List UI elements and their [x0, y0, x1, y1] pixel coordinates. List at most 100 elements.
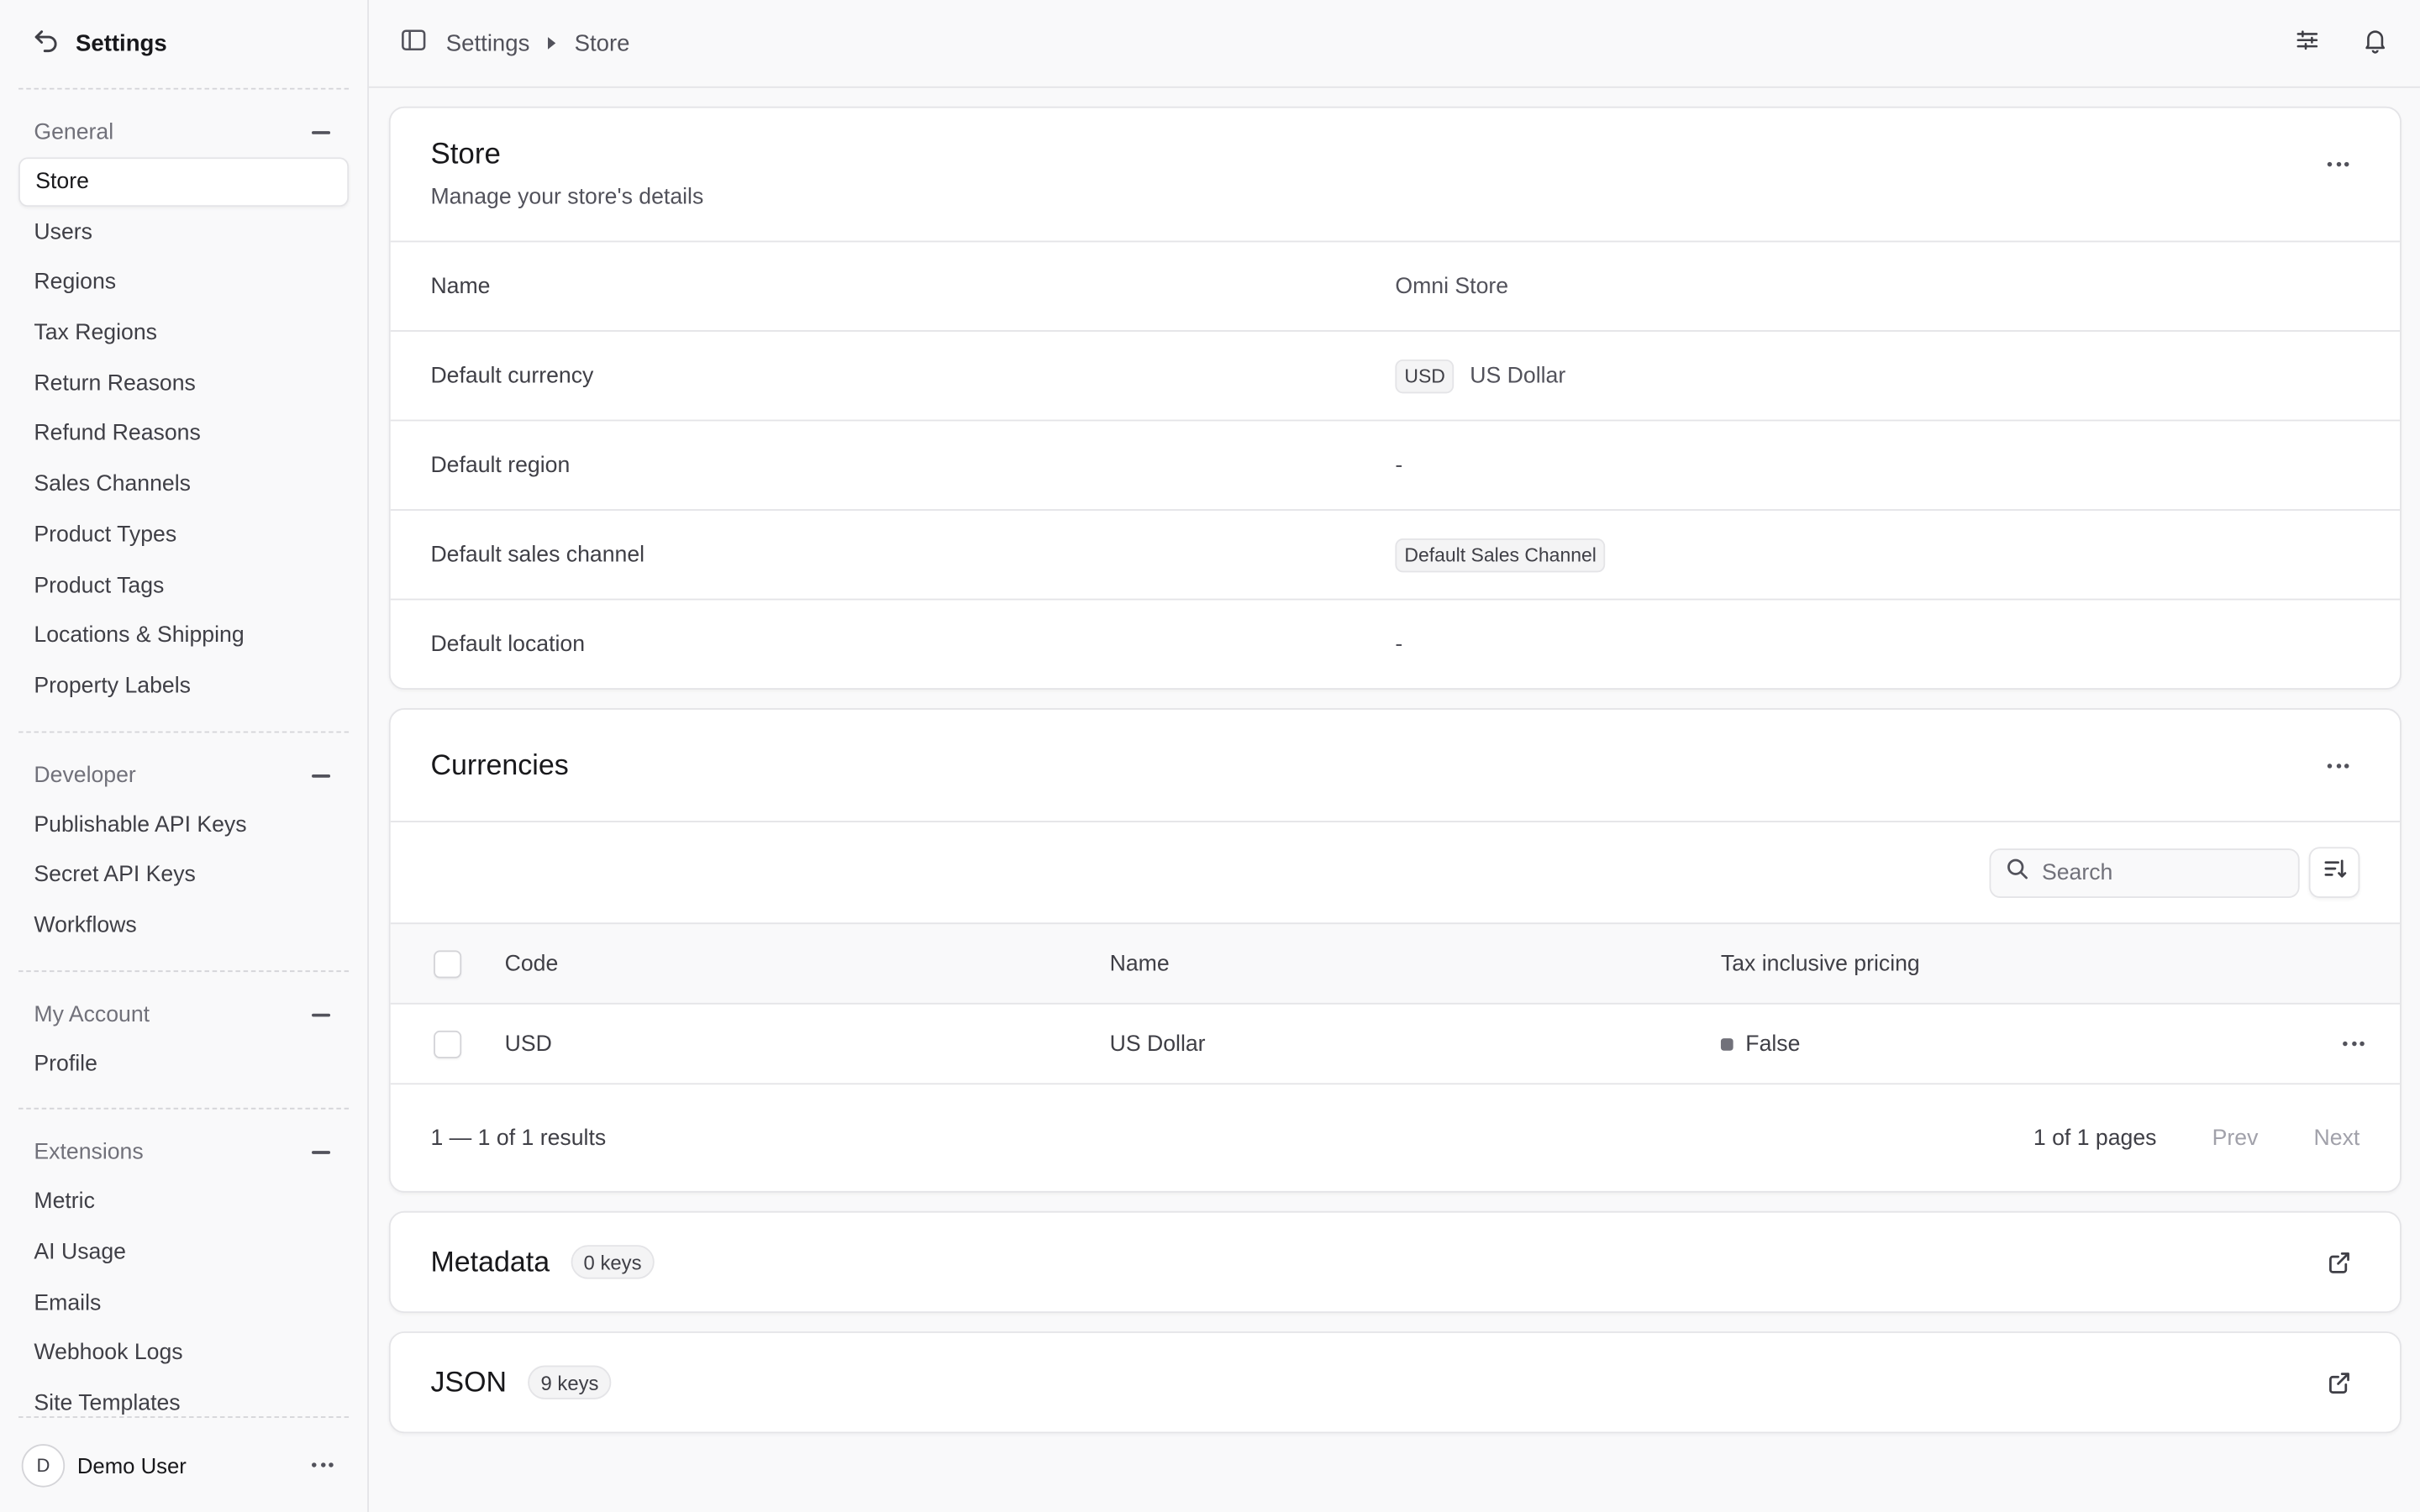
field-label: Name [430, 274, 491, 299]
table-row[interactable]: USD US Dollar False [390, 1002, 2401, 1084]
breadcrumb-settings[interactable]: Settings [446, 30, 530, 56]
section-label: My Account [34, 1002, 150, 1027]
section-header-my-account[interactable]: My Account [18, 990, 349, 1039]
user-name: Demo User [76, 1452, 187, 1478]
field-row-default-region: Default region - [390, 419, 2401, 510]
status-dot-icon [1720, 1037, 1733, 1050]
sidebar-item-users[interactable]: Users [18, 207, 349, 257]
currency-name: US Dollar [1470, 363, 1566, 388]
row-checkbox[interactable] [434, 1029, 462, 1058]
user-menu[interactable]: D Demo User [18, 1416, 350, 1512]
store-card: Store Manage your store's details Name O… [388, 106, 2402, 690]
avatar: D [21, 1443, 66, 1487]
sidebar-item-publishable-api-keys[interactable]: Publishable API Keys [18, 800, 349, 849]
sidebar-item-ai-usage[interactable]: AI Usage [18, 1228, 349, 1278]
column-header-tax[interactable]: Tax inclusive pricing [1721, 951, 2307, 975]
field-label: Default location [430, 632, 586, 657]
next-button[interactable]: Next [2314, 1126, 2360, 1150]
sidebar-toggle-icon[interactable] [400, 26, 428, 60]
sidebar-title: Settings [75, 30, 167, 57]
collapse-icon[interactable] [312, 1151, 331, 1155]
field-label: Default region [430, 453, 571, 478]
page-subtitle: Manage your store's details [430, 185, 704, 210]
sidebar-item-locations-shipping[interactable]: Locations & Shipping [18, 612, 349, 661]
currencies-card: Currencies Search Code Name Tax inclusiv… [388, 708, 2402, 1193]
sidebar-item-store[interactable]: Store [18, 157, 350, 207]
row-actions-button[interactable] [2307, 1041, 2400, 1047]
cell-code: USD [504, 1031, 552, 1057]
field-label: Default sales channel [430, 542, 645, 567]
field-value: - [1395, 632, 1403, 657]
sidebar-item-product-tags[interactable]: Product Tags [18, 561, 349, 611]
currencies-actions-button[interactable] [2317, 743, 2360, 786]
select-all-checkbox[interactable] [434, 949, 462, 978]
open-json-button[interactable] [2317, 1361, 2360, 1404]
search-field[interactable] [1989, 848, 2300, 898]
more-icon[interactable] [312, 1462, 334, 1467]
sidebar-item-refund-reasons[interactable]: Refund Reasons [18, 410, 349, 459]
section-label: Developer [34, 763, 136, 788]
breadcrumb-separator-icon [548, 37, 556, 50]
store-card-header: Store Manage your store's details [391, 108, 2400, 241]
sidebar-item-return-reasons[interactable]: Return Reasons [18, 359, 349, 408]
field-label: Default currency [430, 363, 594, 388]
section-general: General Store Users Regions Tax Regions … [0, 90, 367, 731]
cell-name: US Dollar [1109, 1031, 1206, 1057]
table-header-row: Code Name Tax inclusive pricing [390, 922, 2401, 1003]
sort-button[interactable] [2308, 847, 2360, 898]
sidebar-item-property-labels[interactable]: Property Labels [18, 662, 349, 711]
top-actions [2293, 25, 2389, 60]
collapse-icon[interactable] [312, 131, 331, 134]
section-header-extensions[interactable]: Extensions [18, 1128, 349, 1178]
page-count: 1 of 1 pages [2033, 1125, 2157, 1151]
section-header-general[interactable]: General [18, 108, 349, 158]
currencies-header: Currencies [391, 710, 2400, 821]
collapse-icon[interactable] [312, 1013, 331, 1016]
field-value: Default Sales Channel [1395, 538, 1606, 572]
breadcrumb: Settings Store [400, 26, 629, 60]
json-title: JSON [430, 1365, 508, 1399]
sidebar-item-metric[interactable]: Metric [18, 1178, 349, 1227]
store-actions-button[interactable] [2317, 142, 2360, 185]
sidebar-item-tax-regions[interactable]: Tax Regions [18, 308, 349, 358]
sidebar-item-product-types[interactable]: Product Types [18, 511, 349, 560]
sliders-icon[interactable] [2293, 25, 2321, 60]
external-link-icon [2328, 1252, 2349, 1273]
search-icon [2005, 856, 2029, 889]
main-content: Store Manage your store's details Name O… [388, 106, 2402, 1452]
currency-code-badge: USD [1395, 359, 1455, 393]
column-header-name[interactable]: Name [1110, 951, 1721, 975]
sidebar-item-webhook-logs[interactable]: Webhook Logs [18, 1329, 349, 1378]
results-count: 1 — 1 of 1 results [430, 1125, 607, 1151]
sales-channel-badge[interactable]: Default Sales Channel [1395, 538, 1606, 572]
json-count-badge: 9 keys [528, 1365, 612, 1399]
page-title: Store [430, 139, 501, 171]
sidebar-item-sales-channels[interactable]: Sales Channels [18, 460, 349, 510]
pagination: 1 — 1 of 1 results 1 of 1 pages Prev Nex… [390, 1083, 2401, 1191]
sidebar-item-secret-api-keys[interactable]: Secret API Keys [18, 850, 349, 900]
search-input[interactable] [2041, 859, 2274, 885]
metadata-count-badge: 0 keys [571, 1245, 655, 1279]
back-arrow-icon[interactable] [33, 26, 60, 61]
column-header-code[interactable]: Code [505, 951, 1110, 975]
sidebar-item-regions[interactable]: Regions [18, 258, 349, 307]
bell-icon[interactable] [2361, 25, 2389, 60]
section-extensions: Extensions Metric AI Usage Emails Webhoo… [0, 1110, 367, 1427]
more-icon [2327, 763, 2349, 768]
more-icon [2327, 160, 2349, 166]
sidebar-item-emails[interactable]: Emails [18, 1278, 349, 1328]
section-label: Extensions [34, 1140, 144, 1166]
field-row-name: Name Omni Store [390, 240, 2401, 331]
tax-value: False [1745, 1031, 1801, 1057]
collapse-icon[interactable] [312, 774, 331, 777]
sidebar-item-workflows[interactable]: Workflows [18, 901, 349, 951]
section-my-account: My Account Profile [0, 971, 367, 1108]
currencies-title: Currencies [430, 748, 569, 781]
field-row-default-currency: Default currency USD US Dollar [390, 330, 2401, 420]
sidebar-item-profile[interactable]: Profile [18, 1039, 349, 1089]
field-value: USD US Dollar [1395, 359, 1566, 393]
prev-button[interactable]: Prev [2212, 1126, 2259, 1150]
open-metadata-button[interactable] [2317, 1241, 2360, 1284]
sidebar-header[interactable]: Settings [0, 0, 367, 88]
section-header-developer[interactable]: Developer [18, 751, 349, 801]
